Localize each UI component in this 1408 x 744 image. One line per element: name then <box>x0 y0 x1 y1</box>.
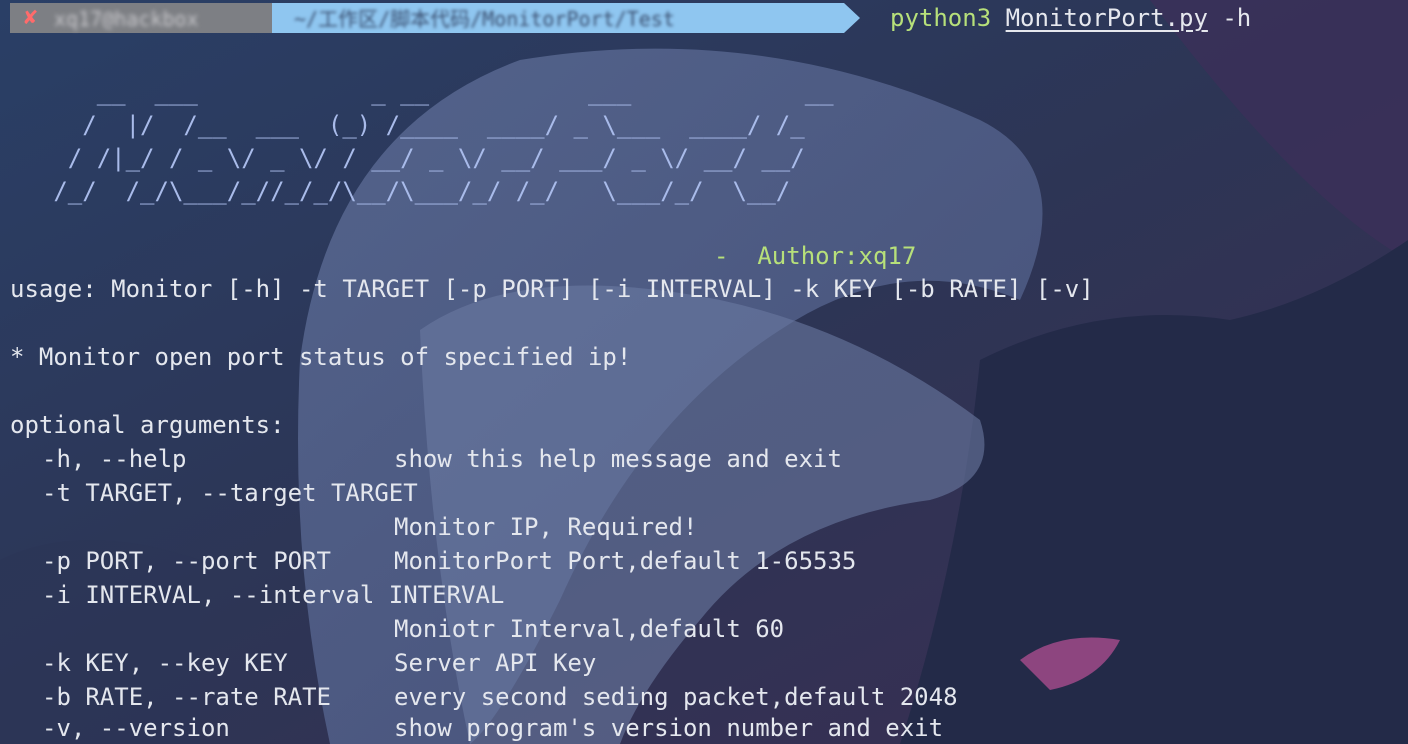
option-flag-rate: -b RATE, --rate RATE <box>42 683 331 711</box>
option-desc-rate: every second seding packet,default 2048 <box>394 683 958 711</box>
option-flag-version: -v, --version <box>42 714 230 742</box>
option-flag-key: -k KEY, --key KEY <box>42 649 288 677</box>
option-flag-target: -t TARGET, --target TARGET <box>42 479 418 507</box>
banner-line: __ ___ _ __ ___ __ <box>10 78 834 106</box>
option-flag-interval: -i INTERVAL, --interval INTERVAL <box>42 581 505 609</box>
options-section-title: optional arguments: <box>10 411 285 439</box>
option-desc-key: Server API Key <box>394 649 597 677</box>
shell-prompt: ✘ xq17@hackbox ~/工作区/脚本代码/MonitorPort/Te… <box>10 3 1408 33</box>
option-flag-port: -p PORT, --port PORT <box>42 547 331 575</box>
prompt-user-host: xq17@hackbox <box>54 7 199 31</box>
command-executable: python3 <box>890 4 992 32</box>
prompt-path-segment: ~/工作区/脚本代码/MonitorPort/Test <box>272 3 844 33</box>
banner-line: / /|_/ / _ \/ _ \/ / __/ _ \/ __/ ___/ _… <box>10 144 805 172</box>
ascii-banner: __ ___ _ __ ___ __ / |/ /__ ___ (_) /___… <box>10 76 834 208</box>
prompt-path-arrow <box>844 3 860 33</box>
option-desc-target: Monitor IP, Required! <box>394 513 698 541</box>
terminal-window[interactable]: ✘ xq17@hackbox ~/工作区/脚本代码/MonitorPort/Te… <box>0 0 1408 744</box>
author-credit: - Author:xq17 <box>714 242 917 270</box>
usage-line: usage: Monitor [-h] -t TARGET [-p PORT] … <box>10 275 1094 303</box>
option-desc-help: show this help message and exit <box>394 445 842 473</box>
command-args: -h <box>1222 4 1252 32</box>
program-description: * Monitor open port status of specified … <box>10 343 632 371</box>
banner-line: /_/ /_/\___/_//_/_/\__/\___/_/ /_/ \___/… <box>10 177 791 205</box>
option-flag-help: -h, --help <box>42 445 187 473</box>
command-script-link[interactable]: MonitorPort.py <box>1006 4 1208 32</box>
option-desc-version: show program's version number and exit <box>394 714 944 742</box>
command-line: python3 MonitorPort.py -h <box>890 3 1251 33</box>
prompt-path: ~/工作区/脚本代码/MonitorPort/Test <box>294 7 675 31</box>
cross-icon: ✘ <box>24 5 38 30</box>
option-desc-interval: Moniotr Interval,default 60 <box>394 615 785 643</box>
banner-line: / |/ /__ ___ (_) /____ ____/ _ \___ ____… <box>10 111 805 139</box>
option-desc-port: MonitorPort Port,default 1-65535 <box>394 547 857 575</box>
prompt-user-segment: ✘ xq17@hackbox <box>10 3 272 33</box>
